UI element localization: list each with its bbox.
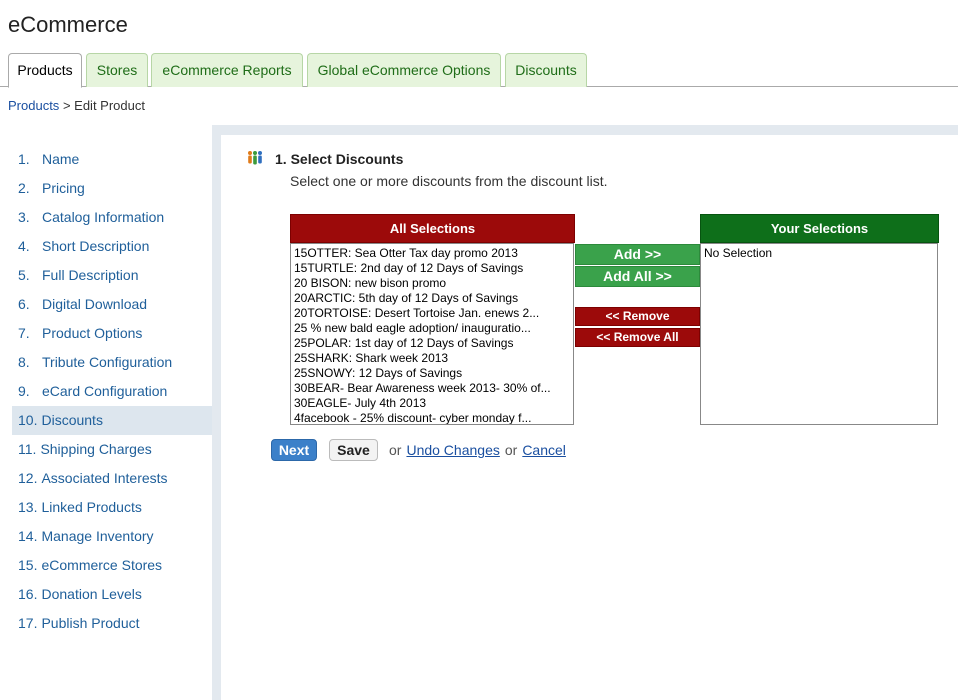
sidebar-item-label: eCommerce Stores — [41, 557, 163, 573]
form-actions: Next Save or Undo Changes or Cancel — [271, 439, 566, 461]
cancel-link[interactable]: Cancel — [522, 442, 566, 458]
tab-ecommerce-reports[interactable]: eCommerce Reports — [151, 53, 303, 87]
sidebar-item-label: Shipping Charges — [40, 441, 152, 457]
tab-discounts[interactable]: Discounts — [505, 53, 587, 87]
tab-global-ecommerce-options[interactable]: Global eCommerce Options — [307, 53, 501, 87]
step-number: 4. — [18, 238, 30, 254]
app-title: eCommerce — [8, 12, 128, 37]
sidebar-item-catalog-information[interactable]: 3. Catalog Information — [0, 203, 212, 232]
step-number: 11. — [18, 441, 37, 457]
sidebar-item-label: Catalog Information — [42, 209, 165, 225]
step-number: 7. — [18, 325, 30, 341]
sidebar-item-product-options[interactable]: 7. Product Options — [0, 319, 212, 348]
sidebar-item-label: Product Options — [42, 325, 143, 341]
list-item[interactable]: 20TORTOISE: Desert Tortoise Jan. enews 2… — [294, 306, 571, 321]
sidebar-item-label: Linked Products — [41, 499, 142, 515]
sidebar-item-label: Associated Interests — [41, 470, 168, 486]
sidebar-item-manage-inventory[interactable]: 14. Manage Inventory — [0, 522, 212, 551]
sidebar-item-discounts[interactable]: 10. Discounts — [12, 406, 212, 435]
your-selections-header: Your Selections — [700, 214, 939, 243]
sidebar-item-donation-levels[interactable]: 16. Donation Levels — [0, 580, 212, 609]
breadcrumb: Products > Edit Product — [8, 98, 145, 113]
sidebar-item-label: Donation Levels — [41, 586, 142, 602]
next-button[interactable]: Next — [271, 439, 317, 461]
sidebar-item-label: Manage Inventory — [41, 528, 154, 544]
sidebar-item-digital-download[interactable]: 6. Digital Download — [0, 290, 212, 319]
sidebar-item-label: Tribute Configuration — [42, 354, 173, 370]
sidebar-item-ecard-configuration[interactable]: 9. eCard Configuration — [0, 377, 212, 406]
list-item[interactable]: 30EAGLE- July 4th 2013 — [294, 396, 571, 411]
step-number: 16. — [18, 586, 38, 602]
content-top-border — [221, 125, 958, 135]
remove-all-button[interactable]: << Remove All — [575, 328, 700, 347]
step-number: 8. — [18, 354, 30, 370]
sidebar-item-associated-interests[interactable]: 12. Associated Interests — [0, 464, 212, 493]
remove-button[interactable]: << Remove — [575, 307, 700, 326]
tab-stores[interactable]: Stores — [86, 53, 148, 87]
list-item[interactable]: No Selection — [704, 246, 935, 261]
sidebar-item-short-description[interactable]: 4. Short Description — [0, 232, 212, 261]
section-title: 1. Select Discounts — [275, 151, 404, 167]
step-number: 1. — [18, 151, 30, 167]
step-number: 13. — [18, 499, 38, 515]
breadcrumb-products-link[interactable]: Products — [8, 98, 59, 113]
sidebar-item-linked-products[interactable]: 13. Linked Products — [0, 493, 212, 522]
step-number: 9. — [18, 383, 30, 399]
list-item[interactable]: 20 BISON: new bison promo — [294, 276, 571, 291]
list-item[interactable]: 15OTTER: Sea Otter Tax day promo 2013 — [294, 246, 571, 261]
sidebar-item-publish-product[interactable]: 17. Publish Product — [0, 609, 212, 638]
step-number: 17. — [18, 615, 38, 631]
step-number: 14. — [18, 528, 38, 544]
step-number: 3. — [18, 209, 30, 225]
your-selections-list[interactable]: No Selection — [700, 243, 938, 425]
save-button[interactable]: Save — [329, 439, 378, 461]
step-number: 10. — [18, 412, 38, 428]
sidebar-item-label: Pricing — [42, 180, 85, 196]
add-all-button[interactable]: Add All >> — [575, 266, 700, 287]
sidebar-item-label: eCard Configuration — [42, 383, 168, 399]
step-number: 5. — [18, 267, 30, 283]
breadcrumb-current: Edit Product — [74, 98, 145, 113]
list-item[interactable]: 25 % new bald eagle adoption/ inaugurati… — [294, 321, 571, 336]
sidebar-item-label: Publish Product — [41, 615, 140, 631]
add-button[interactable]: Add >> — [575, 244, 700, 265]
list-item[interactable]: 30BEAR- Bear Awareness week 2013- 30% of… — [294, 381, 571, 396]
sidebar-item-pricing[interactable]: 2. Pricing — [0, 174, 212, 203]
step-number: 15. — [18, 557, 38, 573]
breadcrumb-separator: > — [62, 98, 71, 113]
people-icon — [248, 151, 262, 165]
step-number: 2. — [18, 180, 30, 196]
or-text: or — [389, 442, 402, 458]
sidebar-item-label: Name — [42, 151, 80, 167]
step-number: 6. — [18, 296, 30, 312]
list-item[interactable]: 25POLAR: 1st day of 12 Days of Savings — [294, 336, 571, 351]
all-selections-header: All Selections — [290, 214, 575, 243]
list-item[interactable]: 25SHARK: Shark week 2013 — [294, 351, 571, 366]
sidebar-item-label: Full Description — [42, 267, 139, 283]
step-sidebar: 1. Name 2. Pricing 3. Catalog Information 4… — [0, 125, 221, 700]
sidebar-item-label: Discounts — [41, 412, 103, 428]
list-item[interactable]: 25SNOWY: 12 Days of Savings — [294, 366, 571, 381]
all-selections-list[interactable]: 15OTTER: Sea Otter Tax day promo 2013 15… — [290, 243, 574, 425]
sidebar-item-label: Short Description — [42, 238, 150, 254]
list-item[interactable]: 15TURTLE: 2nd day of 12 Days of Savings — [294, 261, 571, 276]
undo-changes-link[interactable]: Undo Changes — [406, 442, 499, 458]
section-description: Select one or more discounts from the di… — [290, 173, 608, 189]
sidebar-item-tribute-configuration[interactable]: 8. Tribute Configuration — [0, 348, 212, 377]
or-text: or — [504, 442, 518, 458]
step-number: 12. — [18, 470, 38, 486]
sidebar-item-shipping-charges[interactable]: 11. Shipping Charges — [0, 435, 212, 464]
list-item[interactable]: 4facebook - 25% discount- cyber monday f… — [294, 411, 571, 424]
sidebar-item-ecommerce-stores[interactable]: 15. eCommerce Stores — [0, 551, 212, 580]
sidebar-item-label: Digital Download — [42, 296, 148, 312]
sidebar-item-full-description[interactable]: 5. Full Description — [0, 261, 212, 290]
tab-products[interactable]: Products — [8, 53, 82, 88]
tab-bar: Products Stores eCommerce Reports Global… — [0, 53, 958, 88]
list-item[interactable]: 20ARCTIC: 5th day of 12 Days of Savings — [294, 291, 571, 306]
sidebar-item-name[interactable]: 1. Name — [0, 145, 212, 174]
